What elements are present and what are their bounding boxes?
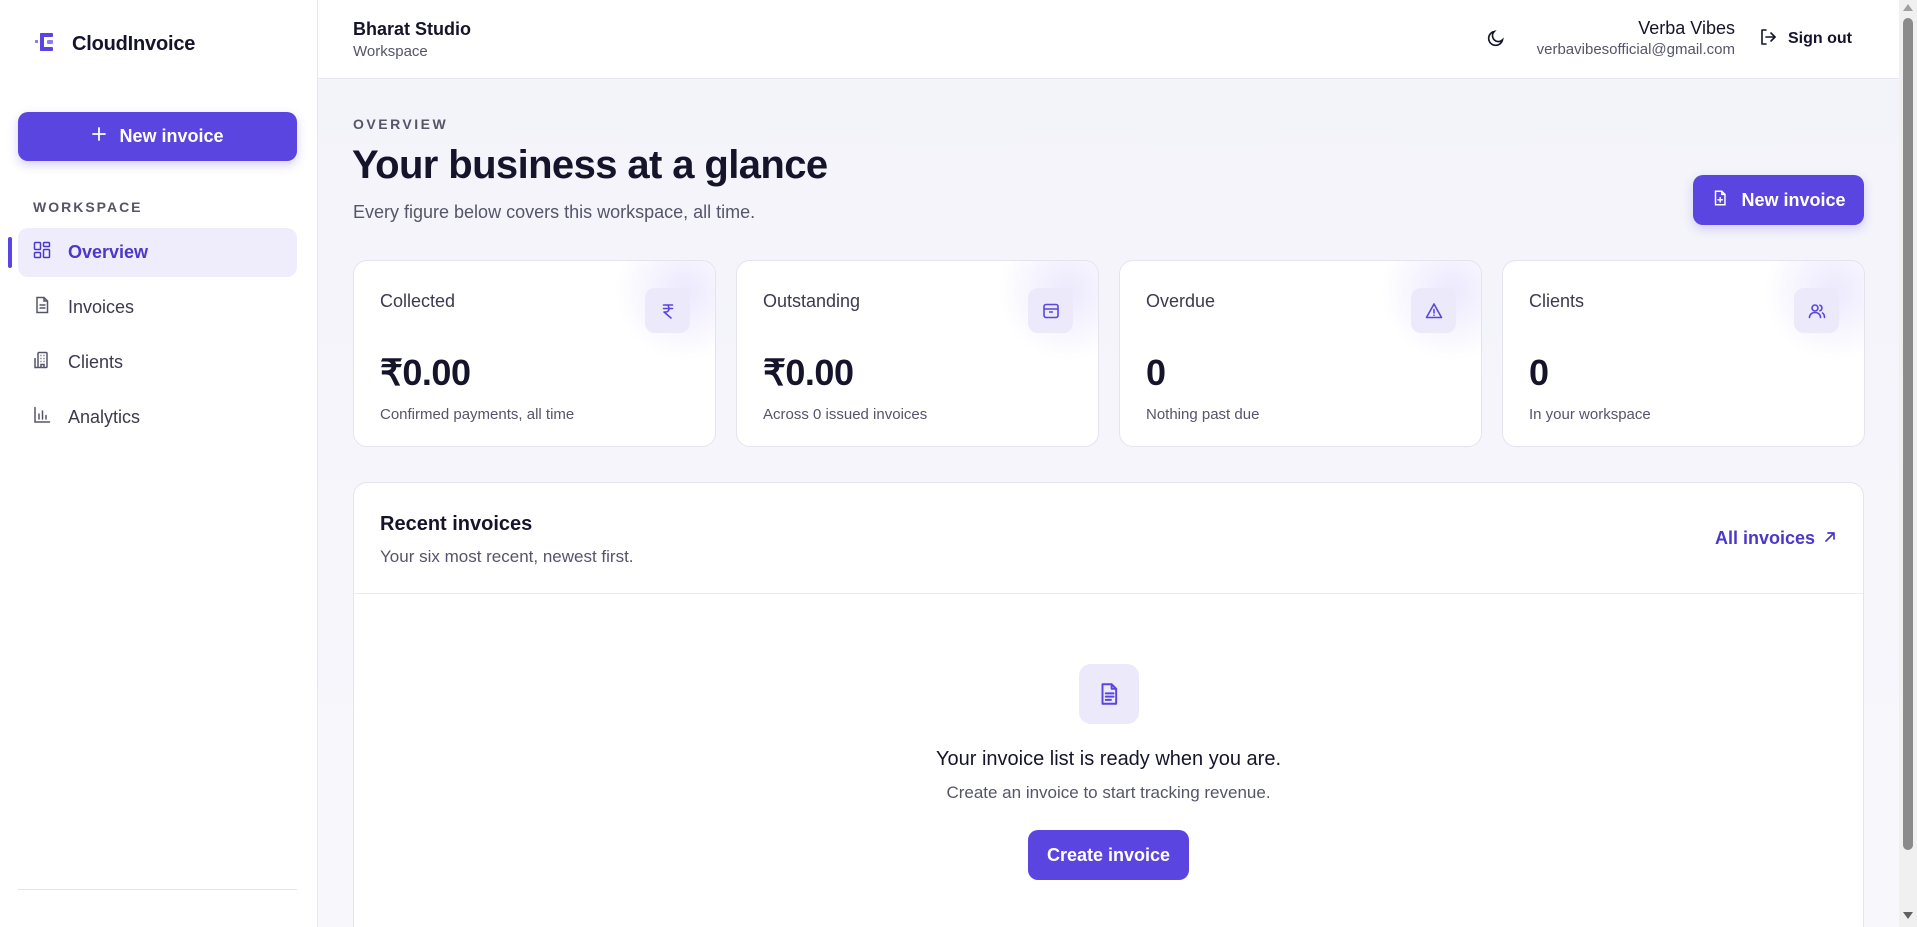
stat-label: Collected: [380, 291, 456, 311]
new-invoice-button[interactable]: New invoice: [1693, 175, 1864, 225]
user-name: Verba Vibes: [1638, 18, 1735, 38]
stat-note: Across 0 issued invoices: [763, 406, 928, 423]
stat-note: Nothing past due: [1146, 406, 1260, 423]
building-icon: [32, 350, 52, 375]
sidebar-new-invoice-button[interactable]: New invoice: [18, 112, 297, 161]
stat-card-clients: Clients 0 In your workspace: [1502, 260, 1865, 447]
sidebar-new-invoice-label: New invoice: [119, 126, 224, 146]
workspace-name[interactable]: Bharat Studio: [353, 19, 471, 40]
sidebar-item-overview[interactable]: Overview: [8, 228, 297, 277]
sidebar-item-label: Clients: [68, 352, 124, 372]
stat-value: 0: [1529, 352, 1549, 393]
page-scrollbar[interactable]: [1899, 0, 1917, 927]
stat-label: Overdue: [1146, 291, 1216, 311]
stat-note: Confirmed payments, all time: [380, 406, 575, 423]
inbox-icon: [1028, 288, 1073, 333]
sidebar: CloudInvoice New invoice WORKSPACE Overv…: [0, 0, 318, 927]
sidebar-item-analytics[interactable]: Analytics: [18, 393, 297, 442]
sidebar-item-clients[interactable]: Clients: [18, 338, 297, 387]
sign-out-icon: [1758, 27, 1778, 52]
stat-label: Outstanding: [763, 291, 861, 311]
file-icon: [32, 295, 52, 320]
sign-out-button[interactable]: Sign out: [1758, 27, 1852, 51]
empty-state-title: Your invoice list is ready when you are.: [936, 748, 1281, 770]
page-subtitle: Every figure below covers this workspace…: [353, 202, 756, 222]
main-content: OVERVIEW Your business at a glance Every…: [318, 80, 1899, 927]
workspace-label: Workspace: [353, 43, 428, 60]
rupee-icon: [645, 288, 690, 333]
app-name: CloudInvoice: [72, 33, 196, 55]
recent-invoices-panel: Recent invoices Your six most recent, ne…: [353, 482, 1864, 927]
sidebar-section-label: WORKSPACE: [33, 199, 143, 215]
recent-invoices-subtitle: Your six most recent, newest first.: [380, 547, 634, 566]
stat-value: 0: [1146, 352, 1166, 393]
warning-icon: [1411, 288, 1456, 333]
scroll-down-arrow-icon[interactable]: [1903, 912, 1913, 919]
file-plus-icon: [1711, 189, 1729, 212]
users-icon: [1794, 288, 1839, 333]
bar-chart-icon: [32, 405, 52, 430]
create-invoice-button[interactable]: Create invoice: [1028, 830, 1189, 880]
all-invoices-link[interactable]: All invoices: [1715, 528, 1837, 549]
page-title: Your business at a glance: [352, 143, 828, 187]
scrollbar-thumb[interactable]: [1903, 18, 1913, 850]
sidebar-divider: [18, 889, 297, 890]
sidebar-item-label: Overview: [68, 242, 149, 262]
stat-value: ₹0.00: [380, 352, 471, 393]
stat-value: ₹0.00: [763, 352, 854, 393]
cloudinvoice-logo-icon: [34, 30, 58, 59]
moon-icon: [1486, 28, 1506, 53]
scroll-up-arrow-icon[interactable]: [1903, 4, 1913, 11]
sidebar-item-label: Analytics: [68, 407, 141, 427]
new-invoice-label: New invoice: [1741, 189, 1846, 210]
arrow-up-right-icon: [1823, 528, 1837, 549]
sidebar-item-label: Invoices: [68, 297, 135, 317]
stat-card-collected: Collected ₹0.00 Confirmed payments, all …: [353, 260, 716, 447]
dashboard-icon: [32, 240, 52, 265]
plus-icon: [91, 126, 107, 147]
overview-eyebrow: OVERVIEW: [353, 116, 449, 132]
user-email: verbavibesofficial@gmail.com: [1536, 41, 1735, 58]
stat-card-overdue: Overdue 0 Nothing past due: [1119, 260, 1482, 447]
sidebar-nav: Overview Invoices Clients Analytics: [8, 228, 297, 448]
all-invoices-label: All invoices: [1714, 528, 1815, 548]
sign-out-label: Sign out: [1788, 30, 1852, 47]
theme-toggle-button[interactable]: [1483, 27, 1509, 53]
panel-divider: [354, 593, 1863, 594]
top-bar: Bharat Studio Workspace Verba Vibes verb…: [318, 0, 1899, 79]
empty-state-subtitle: Create an invoice to start tracking reve…: [946, 783, 1271, 802]
stat-note: In your workspace: [1529, 406, 1651, 423]
stat-label: Clients: [1529, 291, 1585, 311]
empty-document-icon: [1079, 664, 1139, 724]
recent-invoices-title: Recent invoices: [380, 513, 533, 535]
stat-card-outstanding: Outstanding ₹0.00 Across 0 issued invoic…: [736, 260, 1099, 447]
sidebar-item-invoices[interactable]: Invoices: [18, 283, 297, 332]
brand[interactable]: CloudInvoice: [34, 30, 195, 59]
